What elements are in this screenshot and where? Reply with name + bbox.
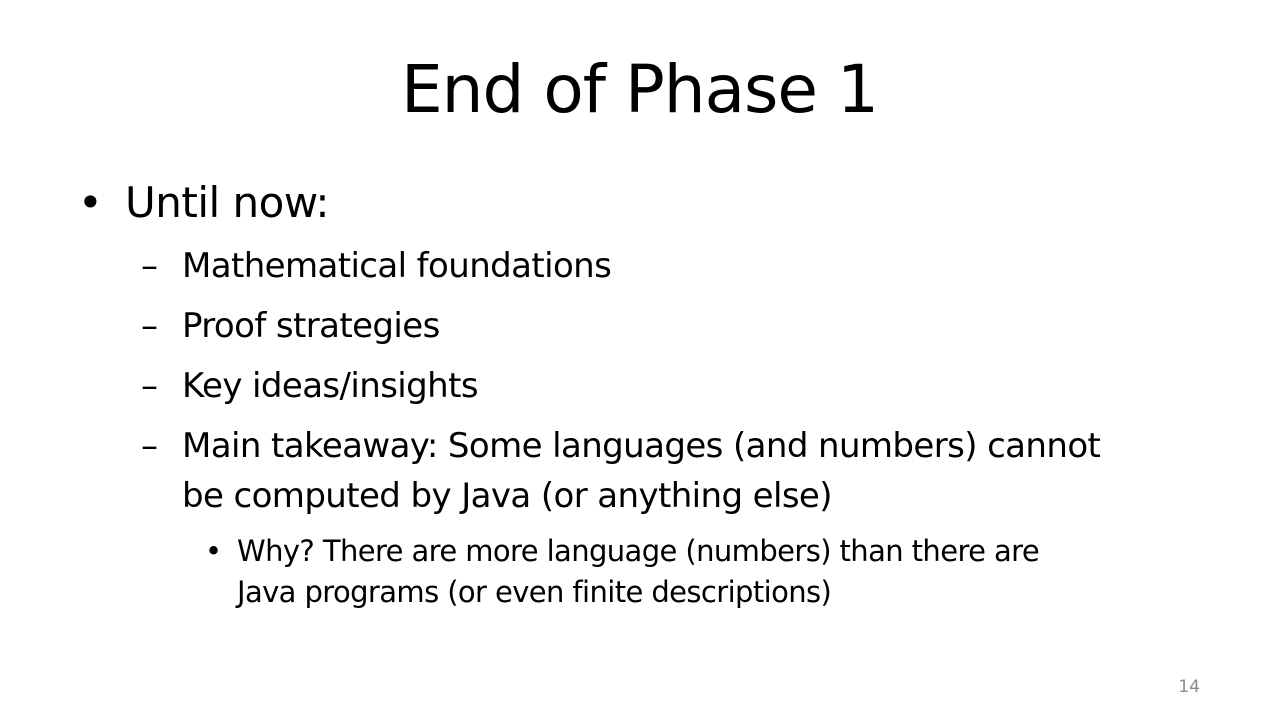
sub-item-key-ideas: Key ideas/insights: [182, 366, 479, 406]
nested-item-why-line1: Why? There are more language (numbers) t…: [237, 534, 1040, 568]
dash-marker: –: [141, 306, 158, 346]
dash-marker: –: [141, 246, 158, 286]
sub-item-proof-strategies: Proof strategies: [182, 306, 440, 346]
dash-marker: –: [141, 366, 158, 406]
sub-item-main-takeaway: Main takeaway: Some languages (and numbe…: [182, 426, 1101, 466]
slide: End of Phase 1 • Until now: – Mathematic…: [0, 0, 1279, 720]
dash-marker: –: [141, 426, 158, 466]
slide-title: End of Phase 1: [400, 51, 879, 128]
bullet-text-until-now: Until now:: [125, 178, 330, 227]
sub-item-mathematical-foundations: Mathematical foundations: [182, 246, 612, 286]
bullet-marker: •: [78, 178, 103, 227]
page-number: 14: [1178, 677, 1200, 697]
nested-item-why-line2: Java programs (or even finite descriptio…: [237, 575, 832, 609]
sub-item-main-takeaway-continuation: be computed by Java (or anything else): [182, 476, 833, 516]
nested-bullet-marker: •: [205, 534, 223, 568]
